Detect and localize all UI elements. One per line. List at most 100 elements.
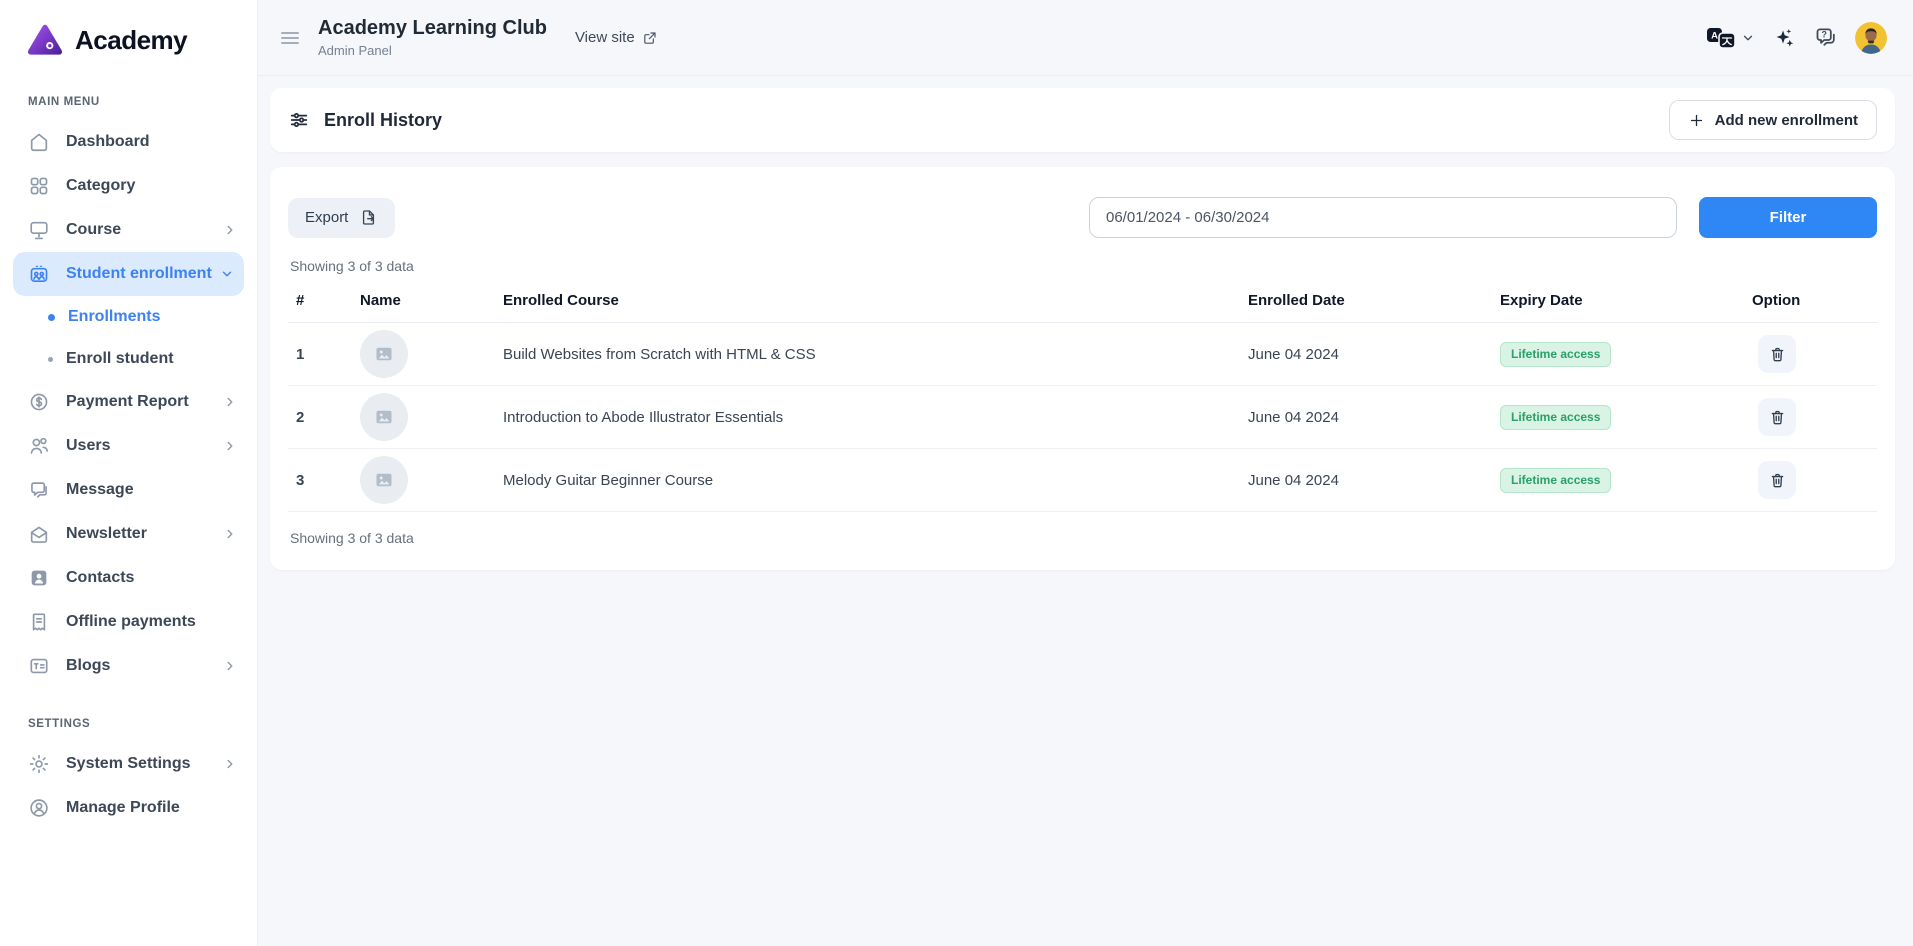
expiry-badge: Lifetime access: [1500, 405, 1611, 430]
trash-icon: [1768, 471, 1787, 490]
file-export-icon: [359, 208, 378, 227]
enrollments-table: # Name Enrolled Course Enrolled Date Exp…: [288, 282, 1877, 512]
filter-button[interactable]: Filter: [1699, 197, 1877, 238]
settings-nav: System Settings Manage Profile: [0, 742, 257, 830]
chevron-right-icon: [223, 395, 237, 409]
contacts-icon: [28, 567, 50, 589]
expiry-badge: Lifetime access: [1500, 342, 1611, 367]
course-title: Introduction to Abode Illustrator Essent…: [495, 409, 1240, 426]
row-index: 2: [288, 409, 352, 426]
site-title: Academy Learning Club: [318, 17, 547, 40]
export-button[interactable]: Export: [288, 198, 395, 238]
support-chat-button[interactable]: ?: [1813, 25, 1838, 50]
chevron-right-icon: [223, 757, 237, 771]
message-icon: [28, 479, 50, 501]
view-site-link[interactable]: View site: [575, 29, 658, 46]
sidebar-item-payment-report[interactable]: Payment Report: [0, 380, 257, 424]
sidebar-item-dashboard[interactable]: Dashboard: [0, 120, 257, 164]
category-icon: [28, 175, 50, 197]
delete-enrollment-button[interactable]: [1758, 398, 1796, 436]
showing-count-top: Showing 3 of 3 data: [290, 258, 1877, 274]
table-header-row: # Name Enrolled Course Enrolled Date Exp…: [288, 282, 1877, 323]
chevron-right-icon: [223, 223, 237, 237]
users-icon: [28, 435, 50, 457]
filter-row: Export Filter: [288, 197, 1877, 238]
main-area: Academy Learning Club Admin Panel View s…: [258, 0, 1913, 946]
menu-toggle-button[interactable]: [278, 26, 302, 50]
sidebar: Academy MAIN MENU Dashboard Category Cou…: [0, 0, 258, 946]
row-index: 1: [288, 346, 352, 363]
translate-icon: A: [1706, 27, 1736, 49]
col-header-expiry-date: Expiry Date: [1492, 292, 1744, 309]
settings-label: SETTINGS: [0, 688, 257, 742]
gear-icon: [28, 753, 50, 775]
user-avatar[interactable]: [1855, 22, 1887, 54]
page-title: Enroll History: [324, 110, 442, 131]
bullet-icon: [48, 314, 55, 321]
sidebar-item-offline-payments[interactable]: Offline payments: [0, 600, 257, 644]
sidebar-item-blogs[interactable]: Blogs: [0, 644, 257, 688]
svg-text:A: A: [1711, 30, 1718, 41]
table-row: 2 Introduction to Abode Illustrator Esse…: [288, 386, 1877, 449]
chevron-down-icon: [220, 267, 234, 281]
sliders-icon: [288, 109, 310, 131]
sparkles-icon: [1772, 26, 1796, 50]
sidebar-item-contacts[interactable]: Contacts: [0, 556, 257, 600]
language-selector[interactable]: A: [1706, 27, 1755, 49]
topbar-actions: A ?: [1706, 22, 1887, 54]
avatar-image: [1855, 22, 1887, 54]
external-link-icon: [642, 30, 658, 46]
sidebar-item-enrollments[interactable]: Enrollments: [0, 296, 257, 338]
sidebar-item-message[interactable]: Message: [0, 468, 257, 512]
chat-question-icon: ?: [1813, 25, 1838, 50]
image-placeholder-icon: [374, 344, 394, 364]
sidebar-item-system-settings[interactable]: System Settings: [0, 742, 257, 786]
sidebar-item-enroll-student[interactable]: Enroll student: [0, 338, 257, 380]
brand-name: Academy: [75, 25, 187, 56]
sidebar-item-newsletter[interactable]: Newsletter: [0, 512, 257, 556]
sidebar-item-course[interactable]: Course: [0, 208, 257, 252]
site-title-block: Academy Learning Club Admin Panel: [318, 17, 547, 58]
col-header-enrolled-date: Enrolled Date: [1240, 292, 1492, 309]
enroll-history-panel: Export Filter Showing 3 of 3 data # Name…: [270, 167, 1895, 570]
students-icon: [28, 263, 50, 285]
bullet-icon: [48, 357, 53, 362]
sidebar-item-manage-profile[interactable]: Manage Profile: [0, 786, 257, 830]
add-new-enrollment-button[interactable]: Add new enrollment: [1669, 100, 1877, 140]
image-placeholder-icon: [374, 407, 394, 427]
main-nav: Dashboard Category Course Student enroll…: [0, 120, 257, 688]
chevron-right-icon: [223, 659, 237, 673]
course-title: Build Websites from Scratch with HTML & …: [495, 346, 1240, 363]
course-thumbnail-placeholder: [360, 456, 408, 504]
hamburger-icon: [278, 26, 302, 50]
course-icon: [28, 219, 50, 241]
col-header-option: Option: [1744, 292, 1877, 309]
sparkles-button[interactable]: [1772, 26, 1796, 50]
svg-text:?: ?: [1821, 30, 1826, 40]
site-subtitle: Admin Panel: [318, 43, 547, 58]
enrolled-date: June 04 2024: [1240, 472, 1492, 489]
sidebar-item-users[interactable]: Users: [0, 424, 257, 468]
topbar: Academy Learning Club Admin Panel View s…: [258, 0, 1913, 76]
table-row: 1 Build Websites from Scratch with HTML …: [288, 323, 1877, 386]
showing-count-bottom: Showing 3 of 3 data: [290, 530, 1877, 546]
home-icon: [28, 131, 50, 153]
image-placeholder-icon: [374, 470, 394, 490]
trash-icon: [1768, 408, 1787, 427]
delete-enrollment-button[interactable]: [1758, 335, 1796, 373]
chevron-down-icon: [1741, 31, 1755, 45]
expiry-badge: Lifetime access: [1500, 468, 1611, 493]
sidebar-item-student-enrollment[interactable]: Student enrollment: [13, 252, 244, 296]
date-range-input[interactable]: [1089, 197, 1677, 238]
newsletter-icon: [28, 523, 50, 545]
sidebar-item-category[interactable]: Category: [0, 164, 257, 208]
delete-enrollment-button[interactable]: [1758, 461, 1796, 499]
academy-logo-icon: [24, 21, 66, 59]
plus-icon: [1688, 112, 1705, 129]
brand-logo[interactable]: Academy: [0, 14, 257, 66]
content-area: Enroll History Add new enrollment Export…: [258, 76, 1913, 570]
course-title: Melody Guitar Beginner Course: [495, 472, 1240, 489]
offline-payments-icon: [28, 611, 50, 633]
chevron-right-icon: [223, 527, 237, 541]
row-index: 3: [288, 472, 352, 489]
